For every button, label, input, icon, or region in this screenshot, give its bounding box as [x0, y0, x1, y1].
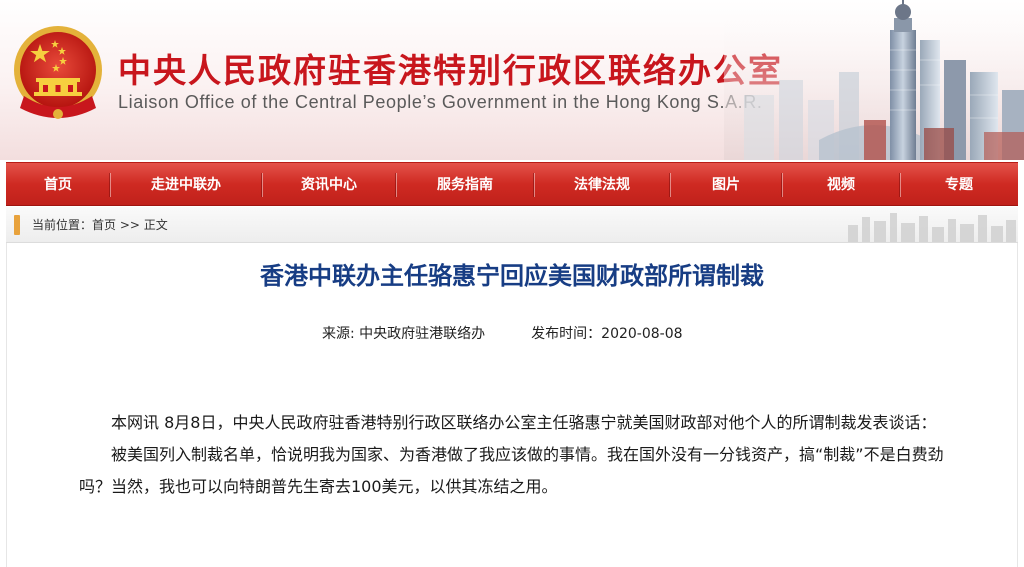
main-navigation: 首页 走进中联办 资讯中心 服务指南 法律法规 图片 视频 专题 — [6, 162, 1018, 206]
breadcrumb-marker — [14, 214, 20, 235]
site-title-english: Liaison Office of the Central People’s G… — [118, 92, 763, 112]
nav-item-about[interactable]: 走进中联办 — [110, 163, 262, 205]
nav-item-news[interactable]: 资讯中心 — [262, 163, 396, 205]
article-body: 本网讯 8月8日，中央人民政府驻香港特别行政区联络办公室主任骆惠宁就美国财政部对… — [79, 407, 961, 503]
breadcrumb-prefix: 当前位置： — [32, 218, 93, 232]
national-emblem-icon[interactable] — [10, 22, 106, 126]
article-paragraph: 被美国列入制裁名单，恰说明我为国家、为香港做了我应该做的事情。我在国外没有一分钱… — [79, 445, 944, 496]
breadcrumb-text: 当前位置：首页 >> 正文 — [32, 216, 168, 233]
nav-item-laws[interactable]: 法律法规 — [534, 163, 670, 205]
site-header: 中央人民政府驻香港特别行政区联络办公室 Liaison Office of th… — [0, 0, 1024, 160]
breadcrumb-separator: >> — [116, 218, 144, 232]
publish-date-value: 2020-08-08 — [601, 326, 683, 342]
source-value: 中央政府驻港联络办 — [359, 326, 486, 342]
breadcrumb-home-link[interactable]: 首页 — [92, 218, 116, 232]
nav-item-services[interactable]: 服务指南 — [396, 163, 534, 205]
nav-item-topics[interactable]: 专题 — [900, 163, 1018, 205]
article-paragraph: 本网讯 8月8日，中央人民政府驻香港特别行政区联络办公室主任骆惠宁就美国财政部对… — [111, 413, 937, 432]
site-title-chinese: 中央人民政府驻香港特别行政区联络办公室 — [118, 51, 783, 90]
nav-item-photos[interactable]: 图片 — [670, 163, 782, 205]
hong-kong-skyline-image — [724, 0, 1024, 160]
nav-item-home[interactable]: 首页 — [6, 163, 110, 205]
breadcrumb: 当前位置：首页 >> 正文 — [6, 207, 1018, 243]
source-label: 来源: — [322, 326, 360, 342]
article-title: 香港中联办主任骆惠宁回应美国财政部所谓制裁 — [260, 262, 764, 290]
article-container — [6, 243, 1018, 567]
breadcrumb-skyline-decoration — [848, 213, 1016, 242]
publish-date-label: 发布时间： — [531, 326, 602, 342]
article-meta: 来源: 中央政府驻港联络办 发布时间：2020-08-08 — [322, 323, 683, 343]
breadcrumb-current: 正文 — [143, 218, 168, 232]
nav-item-videos[interactable]: 视频 — [782, 163, 900, 205]
